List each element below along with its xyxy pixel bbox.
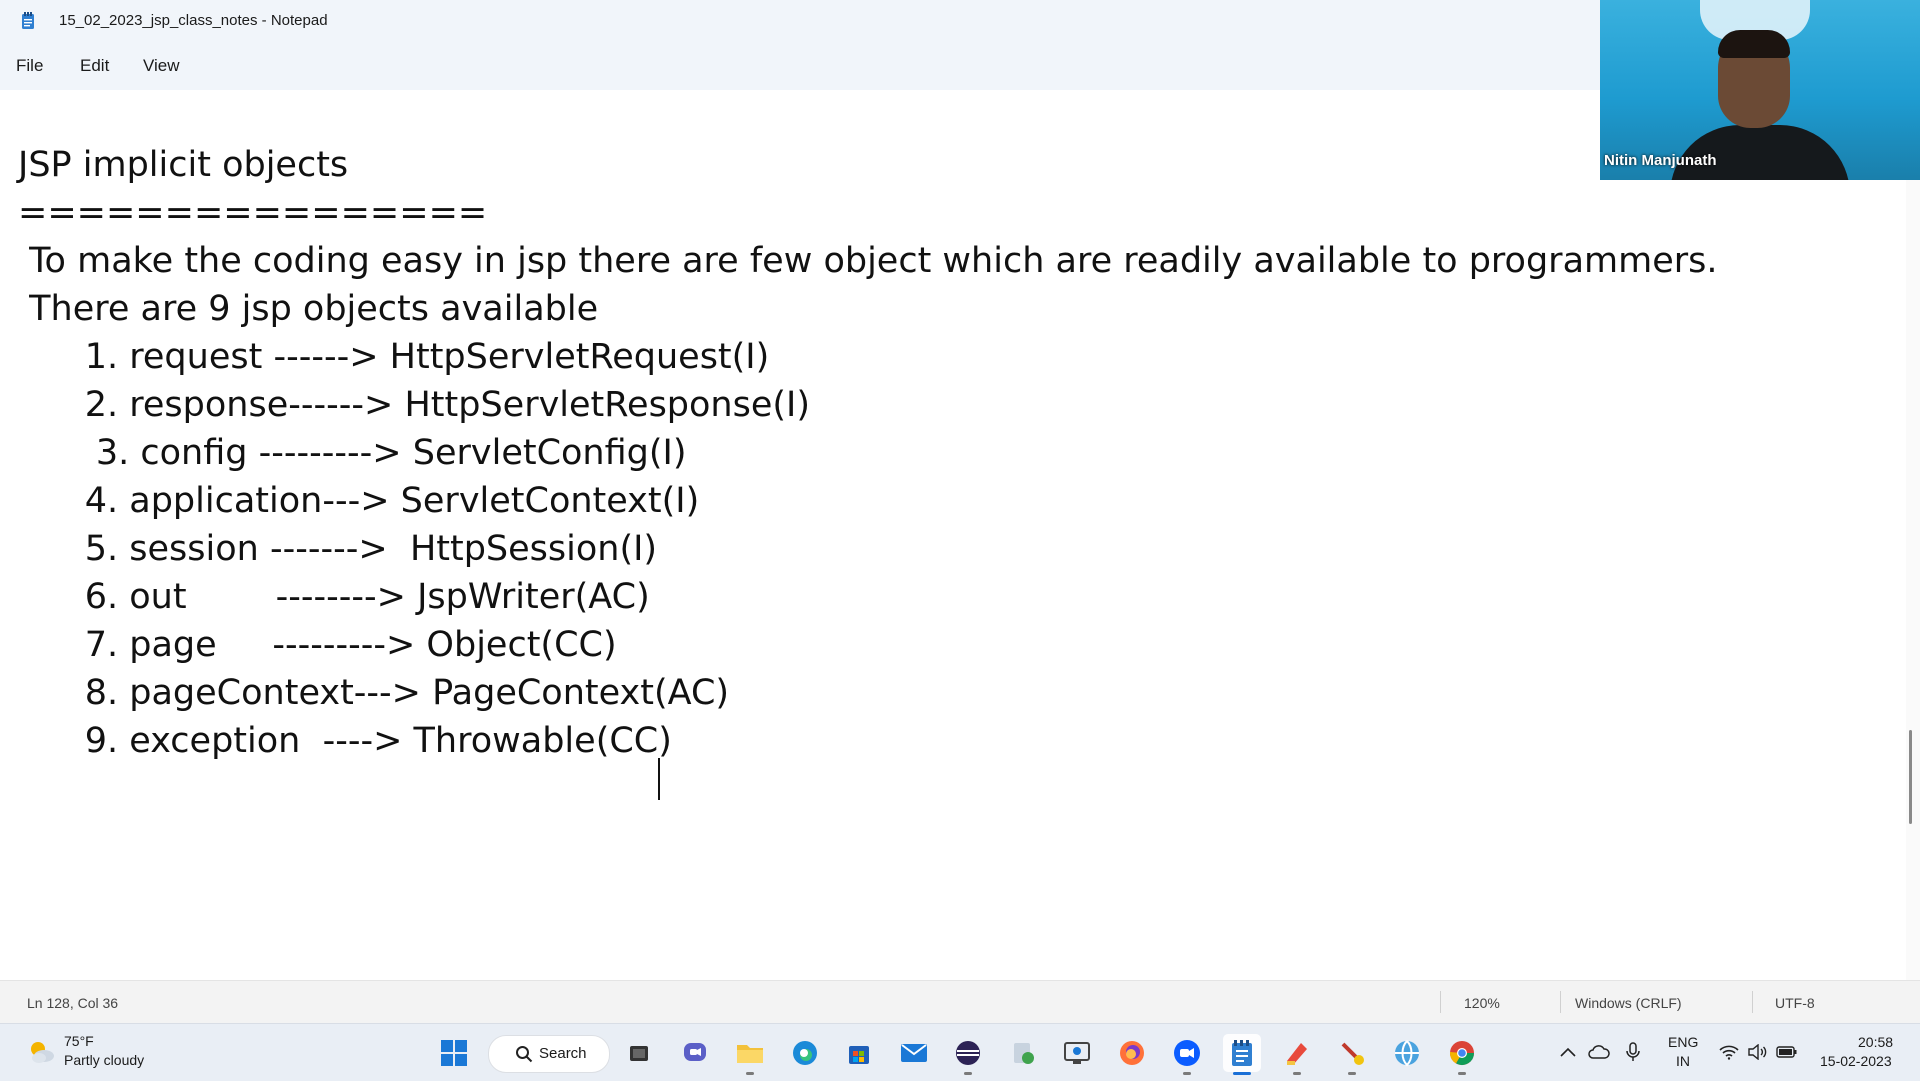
onedrive-tray[interactable] <box>1588 1041 1610 1063</box>
taskbar: 75°F Partly cloudy Search ENG IN 20:58 1… <box>0 1023 1920 1081</box>
start-button[interactable] <box>435 1034 473 1072</box>
participant-name: Nitin Manjunath <box>1604 152 1717 169</box>
document-line: ================ <box>18 193 488 233</box>
webcam-video: Nitin Manjunath <box>1600 0 1920 180</box>
weather-description[interactable]: Partly cloudy <box>64 1052 144 1068</box>
notepad-app-icon <box>22 12 34 29</box>
scrollbar-thumb[interactable] <box>1909 730 1912 824</box>
network-app-button[interactable] <box>1388 1034 1426 1072</box>
taskbar-search[interactable]: Search <box>488 1035 610 1073</box>
vertical-scrollbar[interactable] <box>1906 90 1920 980</box>
status-divider <box>1560 991 1561 1013</box>
document-line: 3. config ---------> ServletConfig(I) <box>18 433 687 473</box>
clock-time[interactable]: 20:58 <box>1858 1034 1893 1050</box>
document-line: To make the coding easy in jsp there are… <box>18 241 1718 281</box>
status-divider <box>1752 991 1753 1013</box>
menu-bar: File Edit View <box>0 42 1600 90</box>
document-line: 6. out --------> JspWriter(AC) <box>18 577 650 617</box>
paint-icon <box>1287 1043 1307 1065</box>
running-indicator <box>1293 1072 1301 1075</box>
zoom-level[interactable]: 120% <box>1464 995 1500 1011</box>
snipping-icon <box>1064 1042 1090 1064</box>
status-bar: Ln 128, Col 36 120% Windows (CRLF) UTF-8 <box>0 980 1920 1024</box>
file-explorer-button[interactable] <box>731 1034 769 1075</box>
menu-view[interactable]: View <box>143 56 180 76</box>
participant-hair <box>1718 30 1790 58</box>
microphone-icon <box>1626 1042 1640 1061</box>
wifi-tray[interactable] <box>1718 1041 1740 1063</box>
zoom-icon <box>1174 1040 1200 1066</box>
chrome-icon <box>1450 1041 1474 1066</box>
running-indicator <box>746 1072 754 1075</box>
menu-file[interactable]: File <box>16 56 43 76</box>
running-indicator <box>1348 1072 1356 1075</box>
firefox-icon <box>1120 1041 1144 1065</box>
mail-button[interactable] <box>895 1034 933 1072</box>
document-line: 1. request ------> HttpServletRequest(I) <box>18 337 770 377</box>
notepad-icon <box>1232 1040 1252 1066</box>
chat-icon <box>684 1043 706 1061</box>
search-icon <box>516 1046 533 1063</box>
line-ending[interactable]: Windows (CRLF) <box>1575 995 1682 1011</box>
snipping-button[interactable] <box>1058 1034 1096 1072</box>
battery-icon <box>1776 1046 1797 1058</box>
notepad-button[interactable] <box>1223 1034 1261 1075</box>
edge-button[interactable] <box>786 1034 824 1072</box>
running-indicator <box>1458 1072 1466 1075</box>
document-line: 9. exception ----> Throwable(CC) <box>18 721 672 761</box>
document-line: 2. response------> HttpServletResponse(I… <box>18 385 811 425</box>
clock-date[interactable]: 15-02-2023 <box>1820 1053 1892 1069</box>
zoom-button[interactable] <box>1168 1034 1206 1075</box>
encoding[interactable]: UTF-8 <box>1775 995 1815 1011</box>
firefox-button[interactable] <box>1113 1034 1151 1072</box>
edge-icon <box>793 1041 817 1065</box>
speaker-icon <box>1748 1044 1767 1060</box>
status-divider <box>1440 991 1441 1013</box>
microphone-tray[interactable] <box>1622 1041 1644 1063</box>
network-app-icon <box>1395 1040 1419 1067</box>
show-hidden-icons-button[interactable] <box>1557 1041 1579 1063</box>
document-line: JSP implicit objects <box>18 145 349 185</box>
tool-icon <box>1341 1042 1364 1065</box>
tool-button[interactable] <box>1333 1034 1371 1075</box>
document-line: 5. session -------> HttpSession(I) <box>18 529 658 569</box>
battery-tray[interactable] <box>1776 1041 1798 1063</box>
title-bar: 15_02_2023_jsp_class_notes - Notepad <box>0 0 1600 42</box>
eclipse-icon <box>956 1041 980 1065</box>
chrome-button[interactable] <box>1443 1034 1481 1075</box>
document-line: 4. application---> ServletContext(I) <box>18 481 700 521</box>
running-indicator <box>1183 1072 1191 1075</box>
partly-cloudy-icon[interactable] <box>26 1037 56 1067</box>
text-caret <box>658 758 660 800</box>
chevron-up-icon <box>1560 1047 1576 1057</box>
language-indicator[interactable]: ENG <box>1668 1034 1698 1050</box>
folder-icon <box>737 1045 763 1063</box>
app-button[interactable] <box>1004 1034 1042 1072</box>
mail-icon <box>901 1044 927 1062</box>
task-view-icon <box>630 1046 648 1061</box>
menu-edit[interactable]: Edit <box>80 56 109 76</box>
weather-temperature[interactable]: 75°F <box>64 1033 94 1049</box>
document-line: There are 9 jsp objects available <box>18 289 599 329</box>
running-indicator <box>1233 1072 1251 1075</box>
search-label: Search <box>539 1045 587 1062</box>
settings-app-icon <box>1014 1043 1034 1064</box>
paint-button[interactable] <box>1278 1034 1316 1075</box>
store-icon <box>849 1046 869 1064</box>
cloud-icon <box>1588 1045 1610 1059</box>
store-button[interactable] <box>840 1034 878 1072</box>
cursor-position: Ln 128, Col 36 <box>27 995 119 1011</box>
volume-tray[interactable] <box>1747 1041 1769 1063</box>
task-view-button[interactable] <box>620 1034 658 1072</box>
language-region[interactable]: IN <box>1676 1053 1690 1069</box>
running-indicator <box>964 1072 972 1075</box>
document-line: 7. page ---------> Object(CC) <box>18 625 617 665</box>
chat-button[interactable] <box>676 1034 714 1072</box>
window-title: 15_02_2023_jsp_class_notes - Notepad <box>59 12 328 29</box>
text-editor[interactable]: JSP implicit objects ================ To… <box>0 90 1906 980</box>
windows-start-icon <box>441 1040 467 1066</box>
wifi-icon <box>1719 1045 1739 1060</box>
eclipse-button[interactable] <box>949 1034 987 1075</box>
document-line: 8. pageContext---> PageContext(AC) <box>18 673 730 713</box>
